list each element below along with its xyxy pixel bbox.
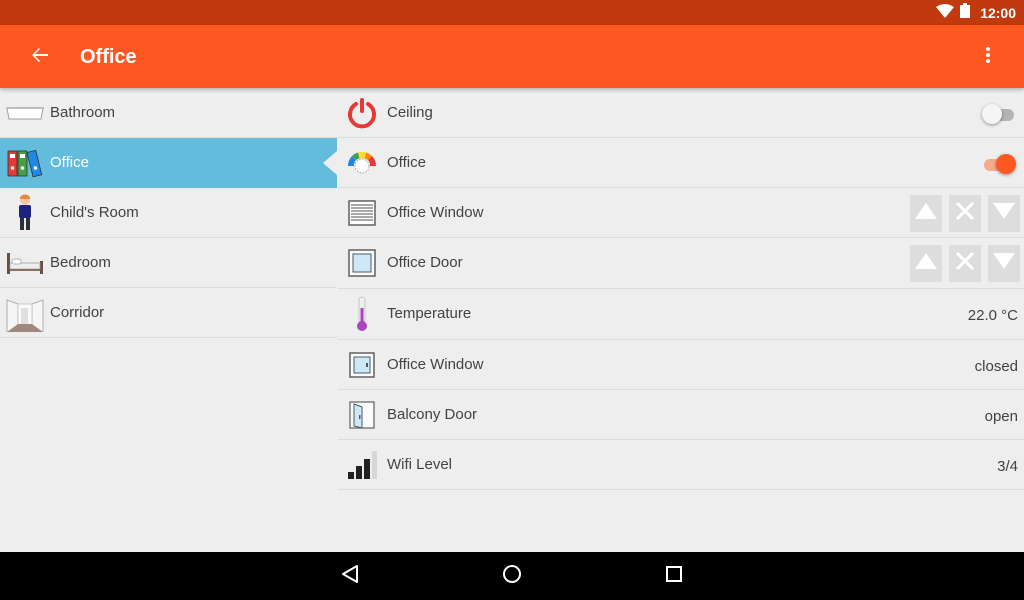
stop-x-icon: [955, 251, 975, 276]
shutter-down-button[interactable]: [988, 195, 1020, 232]
switch-thumb: [996, 154, 1016, 174]
temperature-value: 22.0 °C: [967, 307, 1018, 324]
item-row-balcony-door: Balcony Door open: [338, 390, 1024, 440]
page-title: Office: [80, 46, 137, 68]
item-row-office-door-shutter: Office Door: [338, 238, 1024, 289]
room-item-bathroom[interactable]: Bathroom: [0, 88, 337, 138]
bathtub-icon: [5, 93, 45, 133]
status-time: 12:00: [980, 5, 1016, 21]
room-label: Office: [50, 154, 89, 171]
nav-home-icon: [502, 564, 522, 589]
shutter-up-button[interactable]: [910, 195, 942, 232]
item-label: Office: [387, 154, 426, 171]
item-row-ceiling: Ceiling: [338, 88, 1024, 138]
item-label: Office Door: [387, 254, 463, 271]
nav-home-button[interactable]: [500, 564, 524, 588]
item-label: Ceiling: [387, 104, 433, 121]
app-bar: Office: [0, 25, 1024, 88]
arrow-up-icon: [914, 252, 938, 275]
wifi-level-value: 3/4: [997, 458, 1018, 475]
item-label: Office Window: [387, 356, 484, 373]
status-icons: 12:00: [936, 3, 1016, 23]
window-closed-icon: [344, 347, 380, 383]
more-vert-icon: [985, 46, 991, 69]
rollershutter-controls: [910, 195, 1020, 232]
stop-x-icon: [955, 201, 975, 226]
color-dial-icon: [344, 145, 380, 181]
item-row-office-window-shutter: Office Window: [338, 188, 1024, 238]
item-row-temperature: Temperature 22.0 °C: [338, 289, 1024, 340]
item-label: Wifi Level: [387, 456, 453, 473]
overflow-menu-button[interactable]: [974, 43, 1002, 71]
item-label: Office Window: [387, 204, 484, 221]
nav-recents-icon: [665, 565, 683, 588]
battery-icon: [960, 3, 971, 23]
nav-back-icon: [340, 564, 360, 589]
system-nav-bar: [0, 552, 1024, 600]
door-state-value: open: [984, 408, 1018, 425]
item-row-office-light: Office: [338, 138, 1024, 188]
content-area: Bathroom Office Child's Room Bedroom Cor…: [0, 88, 1024, 552]
item-label: Balcony Door: [387, 406, 478, 423]
item-row-wifi-level: Wifi Level 3/4: [338, 440, 1024, 490]
arrow-up-icon: [914, 202, 938, 225]
signal-bars-icon: [344, 447, 380, 483]
nav-back-button[interactable]: [338, 564, 362, 588]
room-item-corridor[interactable]: Corridor: [0, 288, 337, 338]
room-label: Corridor: [50, 304, 105, 321]
switch-thumb: [982, 104, 1002, 124]
item-row-office-window-contact: Office Window closed: [338, 340, 1024, 390]
selection-pointer: [323, 151, 337, 175]
shutter-stop-button[interactable]: [949, 195, 981, 232]
shutter-stop-button[interactable]: [949, 245, 981, 282]
item-list: Ceiling Office Office Window Office Door…: [338, 88, 1024, 552]
office-light-switch[interactable]: [982, 154, 1016, 174]
door-frame-icon: [344, 245, 380, 281]
wifi-icon: [936, 3, 955, 23]
status-bar: 12:00: [0, 0, 1024, 25]
item-label: Temperature: [387, 305, 472, 322]
arrow-down-icon: [992, 202, 1016, 225]
room-list: Bathroom Office Child's Room Bedroom Cor…: [0, 88, 337, 552]
room-item-bedroom[interactable]: Bedroom: [0, 238, 337, 288]
binders-icon: [5, 143, 45, 183]
room-label: Bedroom: [50, 254, 111, 271]
rollershutter-controls: [910, 245, 1020, 282]
back-button[interactable]: [24, 41, 56, 73]
arrow-back-icon: [31, 46, 49, 69]
child-icon: [5, 193, 45, 233]
arrow-down-icon: [992, 252, 1016, 275]
ceiling-switch[interactable]: [982, 104, 1016, 124]
corridor-icon: [5, 293, 45, 333]
shutter-down-button[interactable]: [988, 245, 1020, 282]
room-item-childs-room[interactable]: Child's Room: [0, 188, 337, 238]
nav-recents-button[interactable]: [662, 564, 686, 588]
window-state-value: closed: [974, 358, 1018, 375]
room-label: Bathroom: [50, 104, 116, 121]
room-label: Child's Room: [50, 204, 139, 221]
bed-icon: [5, 243, 45, 283]
rollershutter-icon: [344, 195, 380, 231]
door-open-icon: [344, 397, 380, 433]
room-item-office[interactable]: Office: [0, 138, 337, 188]
shutter-up-button[interactable]: [910, 245, 942, 282]
power-icon: [344, 95, 380, 131]
thermometer-icon: [344, 296, 380, 332]
